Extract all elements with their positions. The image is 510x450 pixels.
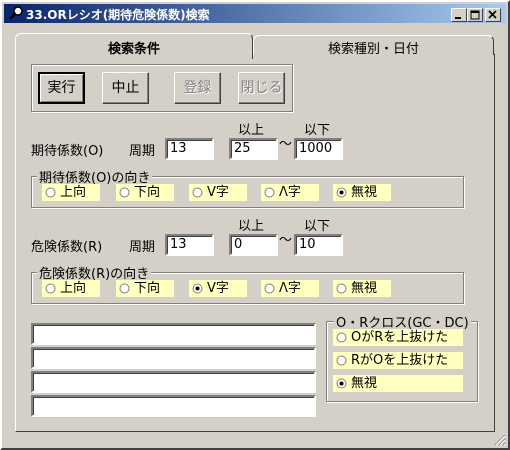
radio-unselected-icon [192, 187, 203, 198]
minimize-button[interactable] [451, 8, 467, 22]
radio-unselected-icon [119, 283, 130, 294]
magnifier-app-icon [9, 6, 23, 20]
expect-period-field[interactable]: 13 [165, 138, 214, 160]
radio-unselected-icon [119, 187, 130, 198]
radio-unselected-icon [45, 187, 56, 198]
minimize-icon [455, 17, 461, 19]
window-title: 33.ORレシオ(期待危険係数)検索 [26, 8, 210, 22]
blank-field-3[interactable] [31, 371, 316, 393]
expect-min-header: 以上 [238, 123, 265, 138]
blank-field-1[interactable] [31, 323, 316, 345]
expect-dir-lambda-radio[interactable]: Λ字 [261, 184, 319, 201]
expect-period-label: 周期 [129, 144, 156, 159]
expect-dir-ignore-radio[interactable]: 無視 [333, 184, 391, 201]
cross-o-over-r-radio[interactable]: OがRを上抜けた [333, 329, 463, 346]
tab-search-type-date[interactable]: 検索種別・日付 [253, 35, 494, 57]
close-icon [488, 10, 497, 19]
radio-unselected-icon [336, 283, 347, 294]
expect-dir-down-radio[interactable]: 下向 [116, 184, 174, 201]
expect-dir-v-radio[interactable]: V字 [189, 184, 247, 201]
cross-r-over-o-radio[interactable]: RがOを上抜けた [333, 352, 463, 369]
risk-tilde: 〜 [279, 233, 293, 248]
blank-field-2[interactable] [31, 347, 316, 369]
search-window: 33.ORレシオ(期待危険係数)検索 検索条件 検索種別・日付 実行 中止 登録… [0, 0, 510, 450]
radio-unselected-icon [264, 187, 275, 198]
radio-unselected-icon [264, 283, 275, 294]
risk-period-label: 周期 [129, 240, 156, 255]
risk-min-field[interactable]: 0 [229, 234, 278, 256]
risk-dir-v-radio[interactable]: V字 [189, 280, 247, 297]
radio-selected-icon [336, 378, 347, 389]
risk-dir-down-radio[interactable]: 下向 [116, 280, 174, 297]
title-bar[interactable]: 33.ORレシオ(期待危険係数)検索 [4, 4, 506, 23]
risk-max-header: 以下 [304, 219, 331, 234]
risk-dir-lambda-radio[interactable]: Λ字 [261, 280, 319, 297]
maximize-icon [470, 10, 480, 20]
close-button[interactable]: 閉じる [238, 72, 285, 104]
risk-period-field[interactable]: 13 [165, 234, 214, 256]
radio-selected-icon [336, 187, 347, 198]
blank-field-4[interactable] [31, 395, 316, 417]
radio-unselected-icon [336, 355, 347, 366]
radio-unselected-icon [45, 283, 56, 294]
risk-dir-ignore-radio[interactable]: 無視 [333, 280, 391, 297]
tab-search-conditions[interactable]: 検索条件 [15, 33, 253, 59]
maximize-button[interactable] [467, 8, 483, 22]
expect-max-field[interactable]: 1000 [294, 138, 343, 160]
run-button[interactable]: 実行 [38, 72, 85, 104]
risk-max-field[interactable]: 10 [294, 234, 343, 256]
risk-min-header: 以上 [238, 219, 265, 234]
close-window-button[interactable] [485, 8, 501, 22]
expect-max-header: 以下 [304, 123, 331, 138]
radio-unselected-icon [336, 332, 347, 343]
expect-dir-up-radio[interactable]: 上向 [42, 184, 100, 201]
risk-dir-up-radio[interactable]: 上向 [42, 280, 100, 297]
expect-tilde: 〜 [279, 137, 293, 152]
cross-ignore-radio[interactable]: 無視 [333, 375, 463, 392]
resize-grip-icon[interactable] [493, 433, 506, 446]
radio-selected-icon [192, 283, 203, 294]
expect-label: 期待係数(O) [31, 144, 104, 159]
expect-min-field[interactable]: 25 [229, 138, 278, 160]
stop-button[interactable]: 中止 [102, 72, 149, 104]
risk-label: 危険係数(R) [31, 240, 103, 255]
register-button[interactable]: 登録 [174, 72, 221, 104]
